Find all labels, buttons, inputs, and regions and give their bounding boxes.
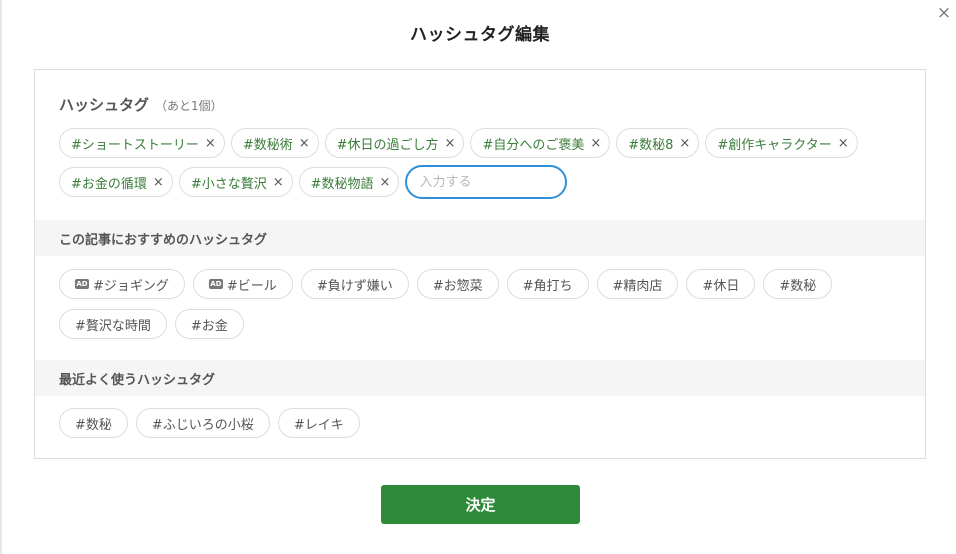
recommended-hashtag[interactable]: #精肉店 [596, 269, 679, 299]
selected-hashtags-row-1: #ショートストーリー × #数秘術 × #休日の過ごし方 × #自分へのご褒美 … [59, 128, 858, 158]
remove-icon[interactable]: × [445, 136, 456, 151]
recommended-hashtag[interactable]: #休日 [686, 269, 756, 299]
hashtag-remaining-count: （あと1個） [155, 99, 223, 113]
selected-hashtag-label: #お金の循環 [71, 176, 147, 192]
ad-ticket-icon: AD [75, 279, 89, 289]
selected-hashtag-label: #ショートストーリー [71, 137, 199, 153]
recommended-section-title: この記事におすすめのハッシュタグ [35, 220, 925, 256]
remove-icon[interactable]: × [380, 175, 391, 190]
ad-ticket-icon: AD [208, 279, 223, 289]
recent-hashtag[interactable]: #レイキ [277, 408, 360, 438]
selected-hashtag: #数秘8 × [616, 128, 700, 158]
recommended-hashtag[interactable]: #数秘 [763, 269, 833, 299]
selected-hashtag: #創作キャラクター × [705, 128, 858, 158]
hashtag-input[interactable] [405, 165, 568, 199]
recent-hashtag[interactable]: #数秘 [59, 408, 128, 438]
recommended-hashtag[interactable]: #負けず嫌い [300, 269, 409, 299]
selected-hashtag-label: #数秘物語 [310, 176, 374, 192]
selected-hashtag: #自分へのご褒美 × [470, 128, 611, 158]
selected-hashtags-row-2: #お金の循環 × #小さな贅沢 × #数秘物語 × [59, 165, 568, 199]
confirm-button[interactable]: 決定 [381, 485, 580, 524]
remove-icon[interactable]: × [679, 136, 690, 151]
recent-hashtag[interactable]: #ふじいろの小桜 [135, 408, 270, 438]
selected-hashtag-label: #数秘術 [242, 137, 293, 153]
background-edge [0, 0, 2, 554]
selected-hashtag-label: #自分へのご褒美 [482, 137, 585, 153]
recent-section-title: 最近よく使うハッシュタグ [35, 360, 925, 396]
remove-icon[interactable]: × [273, 175, 284, 190]
recommended-hashtag[interactable]: #お金 [174, 309, 244, 339]
remove-icon[interactable]: × [590, 136, 601, 151]
selected-hashtag: #小さな贅沢 × [178, 167, 293, 197]
remove-icon[interactable]: × [299, 136, 310, 151]
hashtag-section-title: ハッシュタグ [59, 96, 150, 114]
selected-hashtag-label: #数秘8 [628, 137, 674, 153]
recommended-hashtag[interactable]: #贅沢な時間 [59, 309, 167, 339]
remove-icon[interactable]: × [153, 175, 164, 190]
selected-hashtag-label: #休日の過ごし方 [336, 137, 439, 153]
remove-icon[interactable]: × [838, 136, 849, 151]
selected-hashtag: #お金の循環 × [59, 167, 173, 197]
selected-hashtag: #数秘術 × [230, 128, 319, 158]
recommended-hashtag-ad[interactable]: AD #ビール [192, 269, 293, 299]
hashtag-panel: ハッシュタグ （あと1個） #ショートストーリー × #数秘術 × #休日の過ご… [34, 69, 926, 459]
modal-title: ハッシュタグ編集 [410, 25, 550, 45]
recommended-hashtags-row-1: AD #ジョギング AD #ビール #負けず嫌い #お惣菜 #角打ち #精肉店 … [59, 269, 833, 299]
recent-hashtags-row: #数秘 #ふじいろの小桜 #レイキ [59, 408, 360, 438]
selected-hashtag: #休日の過ごし方 × [324, 128, 465, 158]
selected-hashtag-label: #創作キャラクター [717, 137, 832, 153]
recommended-hashtags-row-2: #贅沢な時間 #お金 [59, 309, 244, 339]
selected-hashtag: #ショートストーリー × [59, 128, 225, 158]
recommended-hashtag[interactable]: #角打ち [506, 269, 589, 299]
remove-icon[interactable]: × [205, 136, 216, 151]
hashtag-header: ハッシュタグ （あと1個） [59, 94, 911, 114]
selected-hashtag-label: #小さな贅沢 [190, 176, 267, 192]
recommended-hashtag[interactable]: #お惣菜 [416, 269, 499, 299]
recommended-hashtag-label: #ジョギング [93, 278, 169, 294]
selected-hashtag: #数秘物語 × [298, 167, 400, 197]
recommended-hashtag-ad[interactable]: AD #ジョギング [59, 269, 185, 299]
recommended-hashtag-label: #ビール [226, 278, 277, 294]
